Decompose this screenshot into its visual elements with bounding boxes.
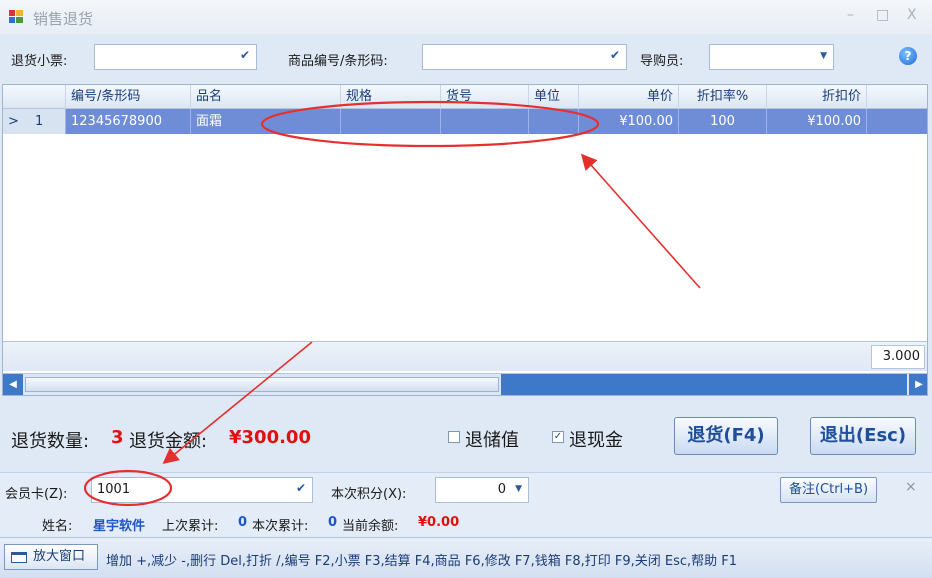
return-amount-value: ¥300.00 <box>229 427 311 448</box>
return-qty-value: 3 <box>111 427 124 448</box>
zoom-window-button[interactable]: 放大窗口 <box>4 544 98 570</box>
table-row[interactable]: > 1 12345678900 面霜 ¥100.00 100 ¥100.00 <box>3 109 927 134</box>
cell-name[interactable]: 面霜 <box>191 109 341 134</box>
filter-bar: 退货小票: ✔ 商品编号/条形码: ✔ 导购员: ▼ <box>0 38 932 82</box>
balance-value: ¥0.00 <box>418 515 460 530</box>
zoom-window-label: 放大窗口 <box>33 549 86 564</box>
row-indicator[interactable]: > 1 <box>3 109 66 134</box>
col-unit[interactable]: 单位 <box>529 85 579 109</box>
chevron-down-icon[interactable]: ✔ <box>240 48 250 62</box>
items-grid: 编号/条形码 品名 规格 货号 单位 单价 折扣率% 折扣价 > 1 12345… <box>2 84 928 396</box>
dropdown-arrow-icon[interactable]: ▼ <box>515 484 522 494</box>
col-code[interactable]: 编号/条形码 <box>66 85 191 109</box>
shortcut-hints: 增加 +,减少 -,删行 Del,打折 /,编号 F2,小票 F3,结算 F4,… <box>106 554 738 569</box>
cell-item-no[interactable] <box>441 109 529 134</box>
horizontal-scrollbar[interactable]: ◀ ▶ <box>3 373 927 395</box>
grid-header: 编号/条形码 品名 规格 货号 单位 单价 折扣率% 折扣价 <box>3 85 927 109</box>
points-combo[interactable]: 0 ▼ <box>435 477 529 503</box>
app-icon <box>9 10 23 23</box>
name-value: 星宇软件 <box>93 519 146 534</box>
scroll-thumb[interactable] <box>25 377 499 392</box>
member-card-value: 1001 <box>97 482 131 497</box>
status-bar: 放大窗口 增加 +,减少 -,删行 Del,打折 /,编号 F2,小票 F3,结… <box>0 537 932 578</box>
row-pointer-icon: > <box>8 114 19 129</box>
exit-button[interactable]: 退出(Esc) <box>810 417 916 455</box>
cell-discount-rate[interactable]: 100 <box>679 109 767 134</box>
sales-return-window: 销售退货 – □ X 退货小票: ✔ 商品编号/条形码: ✔ 导购员: ▼ ? … <box>0 0 932 578</box>
member-card-label: 会员卡(Z): <box>5 487 68 502</box>
guide-combo[interactable]: ▼ <box>709 44 834 70</box>
close-icon[interactable]: × <box>905 479 917 495</box>
receipt-label: 退货小票: <box>11 54 68 69</box>
name-label: 姓名: <box>42 519 73 534</box>
help-icon[interactable]: ? <box>899 47 917 65</box>
remark-button[interactable]: 备注(Ctrl+B) <box>780 477 877 503</box>
member-panel: 会员卡(Z): 1001 ✔ 本次积分(X): 0 ▼ 备注(Ctrl+B) ×… <box>0 472 932 536</box>
close-button[interactable]: X <box>907 7 917 23</box>
points-label: 本次积分(X): <box>331 487 407 502</box>
chevron-down-icon[interactable]: ✔ <box>296 481 306 495</box>
cash-checkbox[interactable]: ✓ <box>552 431 564 443</box>
points-value: 0 <box>497 482 506 497</box>
cell-code[interactable]: 12345678900 <box>66 109 191 134</box>
title-bar: 销售退货 – □ X <box>0 0 932 34</box>
cell-spec[interactable] <box>341 109 441 134</box>
stored-value-label[interactable]: 退储值 <box>465 426 519 452</box>
stored-value-checkbox[interactable] <box>448 431 460 443</box>
cash-label[interactable]: 退现金 <box>569 426 623 452</box>
return-qty-label: 退货数量: <box>11 431 90 452</box>
maximize-button[interactable]: □ <box>876 7 889 23</box>
this-total-value: 0 <box>328 515 338 530</box>
product-code-label: 商品编号/条形码: <box>288 54 388 69</box>
scroll-right-icon[interactable]: ▶ <box>909 374 927 395</box>
product-code-combo[interactable]: ✔ <box>422 44 627 70</box>
scroll-track[interactable] <box>501 374 907 395</box>
last-total-value: 0 <box>238 515 248 530</box>
total-quantity: 3.000 <box>871 345 925 369</box>
balance-label: 当前余额: <box>342 519 399 534</box>
col-name[interactable]: 品名 <box>191 85 341 109</box>
window-icon <box>11 552 27 563</box>
col-discount-rate[interactable]: 折扣率% <box>679 85 767 109</box>
scroll-left-icon[interactable]: ◀ <box>3 374 23 395</box>
col-discount-price[interactable]: 折扣价 <box>767 85 867 109</box>
chevron-down-icon[interactable]: ✔ <box>610 48 620 62</box>
receipt-combo[interactable]: ✔ <box>94 44 257 70</box>
grid-footer: 3.000 <box>3 341 927 371</box>
row-index: 1 <box>35 114 44 129</box>
window-title: 销售退货 <box>33 10 94 28</box>
cell-discount-price[interactable]: ¥100.00 <box>767 109 867 134</box>
member-card-combo[interactable]: 1001 ✔ <box>91 477 313 503</box>
col-price[interactable]: 单价 <box>579 85 679 109</box>
dropdown-arrow-icon[interactable]: ▼ <box>820 51 827 61</box>
minimize-button[interactable]: – <box>847 7 854 23</box>
last-total-label: 上次累计: <box>162 519 219 534</box>
guide-label: 导购员: <box>640 54 684 69</box>
return-button[interactable]: 退货(F4) <box>674 417 778 455</box>
cell-price[interactable]: ¥100.00 <box>579 109 679 134</box>
row-header-corner <box>3 85 66 109</box>
col-item-no[interactable]: 货号 <box>441 85 529 109</box>
cell-unit[interactable] <box>529 109 579 134</box>
col-spec[interactable]: 规格 <box>341 85 441 109</box>
this-total-label: 本次累计: <box>252 519 309 534</box>
return-amount-label: 退货金额: <box>129 431 208 452</box>
